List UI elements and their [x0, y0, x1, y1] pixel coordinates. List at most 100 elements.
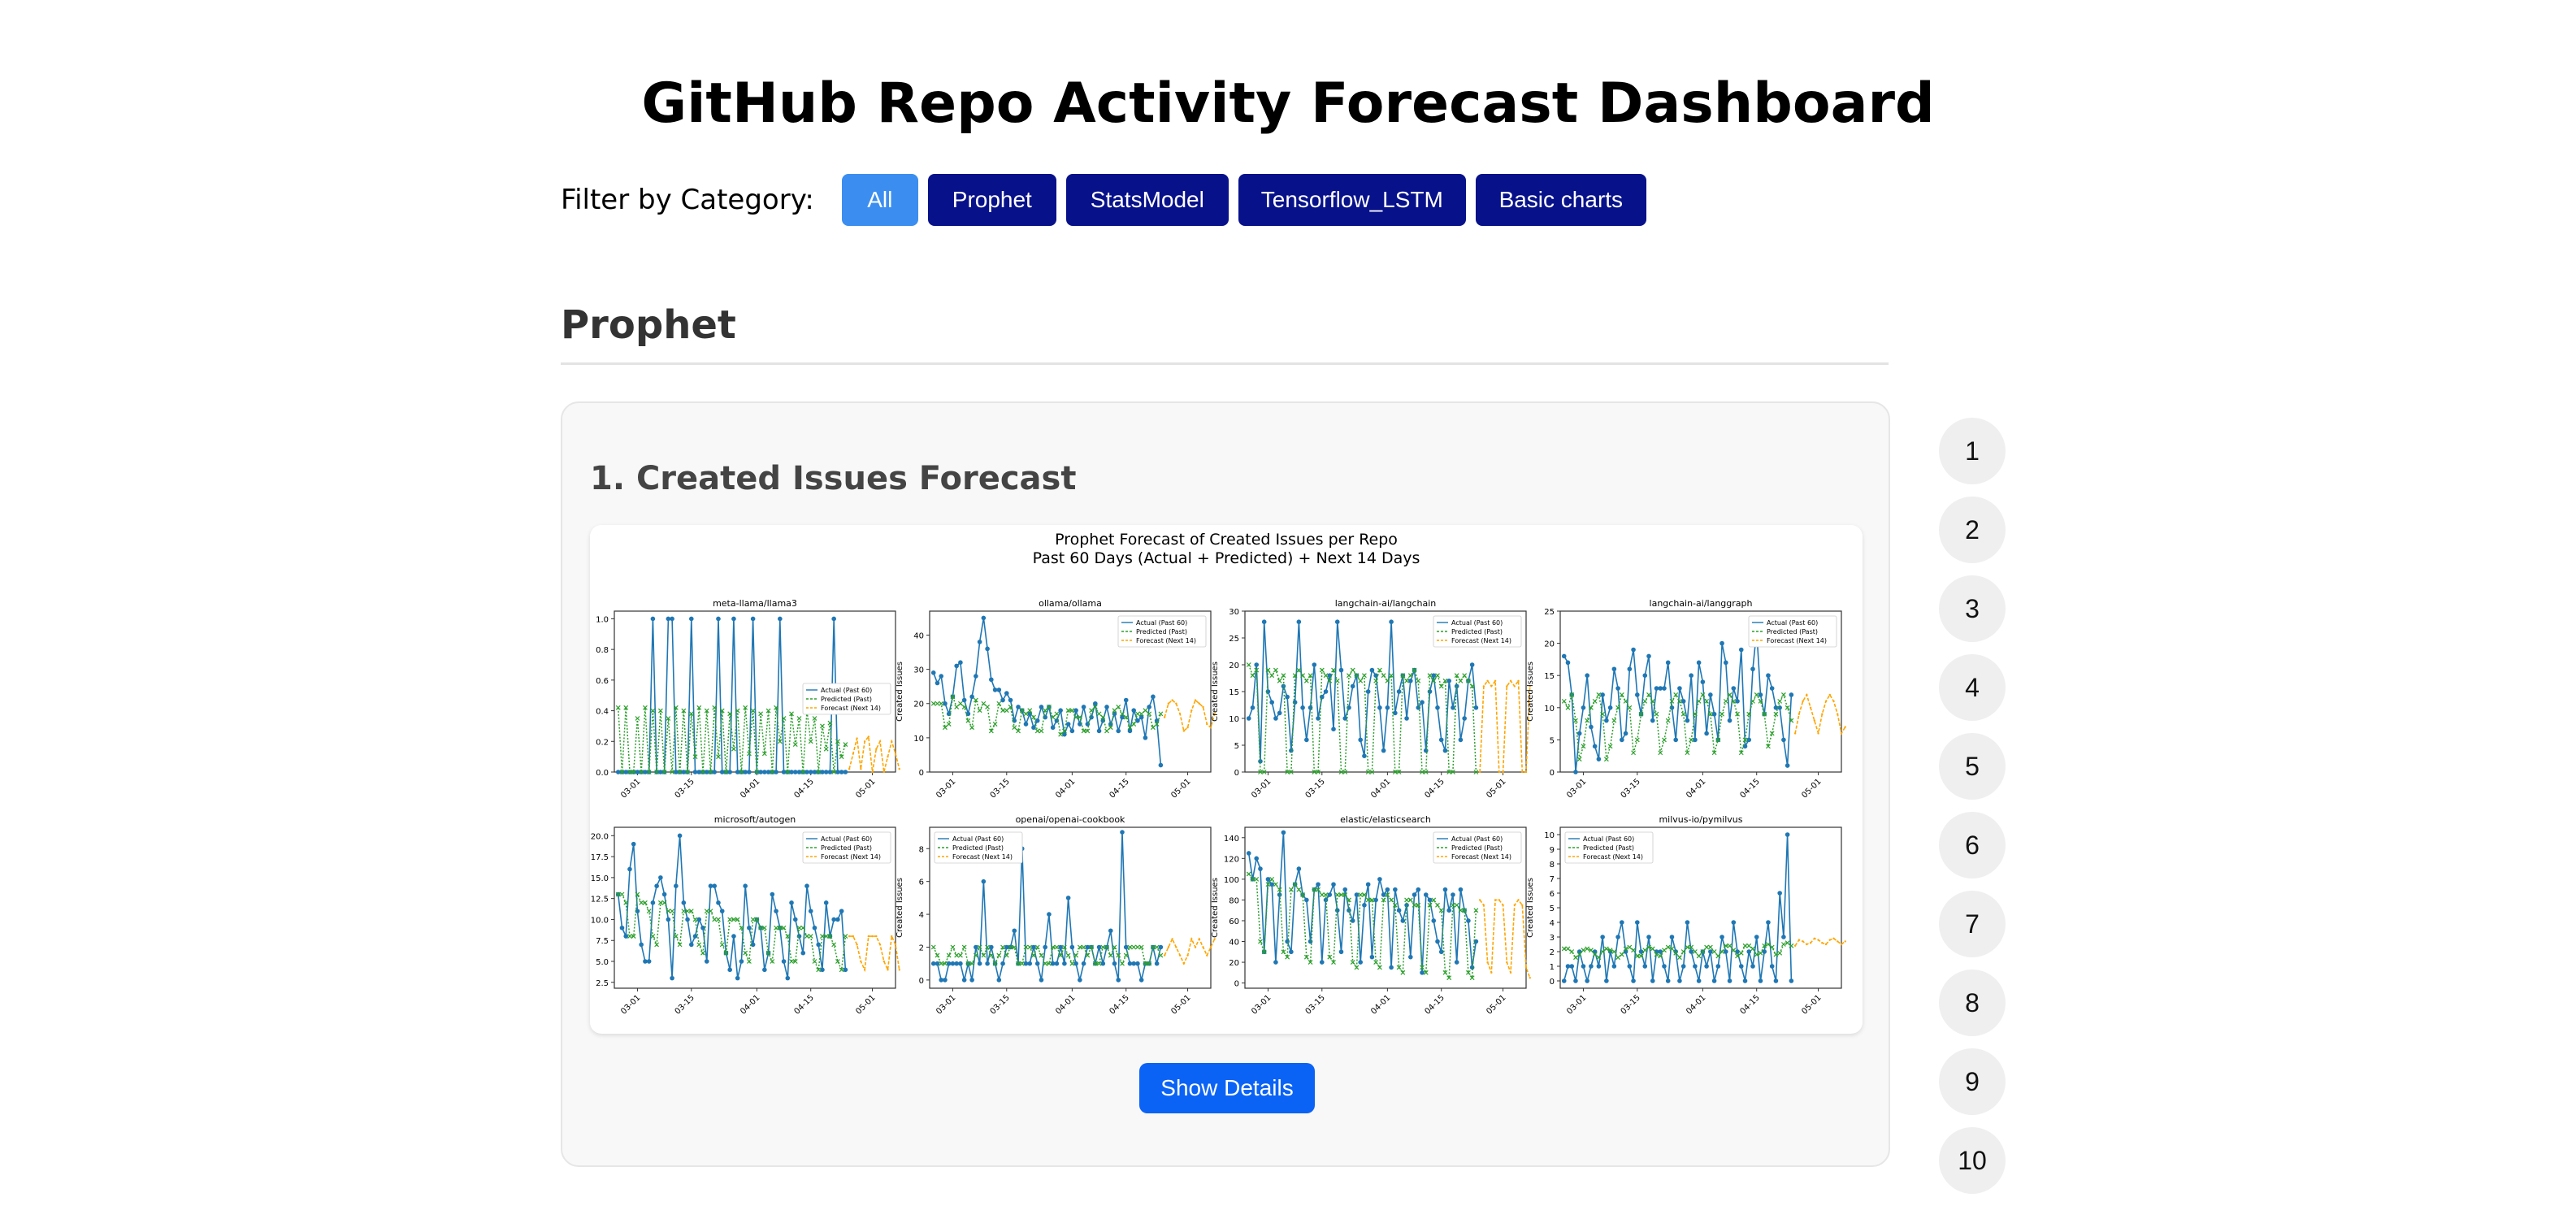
actual-point: [681, 900, 687, 905]
show-details-button[interactable]: Show Details: [1139, 1063, 1315, 1113]
actual-point: [1069, 728, 1075, 734]
predicted-point: [796, 716, 802, 721]
actual-point: [1677, 686, 1682, 691]
predicted-point: [1027, 944, 1033, 950]
actual-point: [1600, 935, 1605, 939]
predicted-point: [1723, 698, 1728, 704]
actual-point: [719, 909, 725, 913]
predicted-point: [1416, 678, 1421, 683]
actual-point: [1715, 964, 1721, 969]
actual-point: [1435, 705, 1440, 710]
forecast-point: [1832, 700, 1835, 703]
nav-item-8[interactable]: 8: [1939, 970, 2006, 1036]
actual-point: [1689, 673, 1693, 678]
forecast-point: [887, 755, 889, 758]
predicted-point: [712, 917, 718, 922]
actual-point: [1789, 692, 1794, 697]
actual-point: [1023, 722, 1029, 727]
y-tick-label: 10: [1544, 705, 1555, 714]
predicted-point: [650, 934, 656, 939]
predicted-point: [843, 934, 848, 939]
actual-point: [1438, 949, 1444, 955]
predicted-point: [954, 705, 960, 709]
y-tick-label: 4: [1550, 919, 1555, 928]
actual-point: [1304, 737, 1309, 743]
actual-point: [1581, 705, 1586, 710]
actual-point: [1058, 708, 1063, 713]
predicted-point: [1569, 949, 1575, 954]
actual-point: [1769, 964, 1775, 969]
filter-statsmodel-button[interactable]: StatsModel: [1065, 174, 1229, 226]
actual-point: [1738, 964, 1744, 969]
actual-point: [704, 959, 709, 964]
subplot-legend: Actual (Past 60)Predicted (Past)Forecast…: [1433, 831, 1522, 864]
actual-point: [1304, 897, 1309, 903]
y-tick-label: 17.5: [591, 853, 609, 862]
nav-item-7[interactable]: 7: [1939, 891, 2006, 957]
actual-point: [1565, 660, 1571, 666]
actual-point: [1754, 935, 1759, 939]
predicted-point: [1381, 673, 1386, 679]
actual-point: [1669, 935, 1675, 939]
nav-item-6[interactable]: 6: [1939, 812, 2006, 878]
actual-point: [688, 942, 694, 948]
subplot-legend: Actual (Past 60)Predicted (Past)Forecast…: [934, 831, 1023, 864]
nav-item-1[interactable]: 1: [1939, 418, 2006, 484]
actual-point: [1442, 748, 1448, 753]
actual-point: [935, 680, 940, 686]
legend-label: Forecast (Next 14): [821, 853, 881, 861]
predicted-point: [1277, 678, 1282, 683]
subplot-meta-llama-llama3: meta-llama/llama30.00.20.40.60.81.0Creat…: [596, 598, 900, 800]
actual-point: [1642, 964, 1648, 969]
forecast-point: [1793, 944, 1797, 947]
actual-point: [1258, 866, 1263, 871]
predicted-point: [1023, 711, 1029, 717]
actual-point: [1592, 744, 1598, 749]
actual-point: [1627, 964, 1633, 969]
x-tick-label: 04-15: [1108, 777, 1131, 800]
x-tick-label: 03-01: [619, 777, 642, 800]
filter-prophet-button[interactable]: Prophet: [927, 174, 1056, 226]
nav-item-4[interactable]: 4: [1939, 654, 2006, 721]
actual-point: [1261, 619, 1267, 624]
x-tick-label: 04-15: [1739, 993, 1762, 1016]
y-tick-label: 0.0: [596, 769, 609, 778]
predicted-point: [1654, 711, 1659, 717]
nav-item-10[interactable]: 10: [1939, 1127, 2006, 1194]
subplot-title: langchain-ai/langgraph: [1650, 598, 1753, 609]
x-tick-label: 05-01: [1800, 777, 1823, 800]
predicted-point: [1273, 667, 1278, 673]
actual-point: [1423, 748, 1429, 753]
y-tick-label: 0: [1550, 769, 1555, 778]
nav-item-9[interactable]: 9: [1939, 1048, 2006, 1115]
forecast-point: [1494, 679, 1497, 682]
nav-item-5[interactable]: 5: [1939, 733, 2006, 800]
filter-all-button[interactable]: All: [841, 174, 918, 226]
forecast-point: [1194, 699, 1197, 701]
actual-point: [1785, 763, 1790, 768]
actual-point: [661, 891, 667, 897]
predicted-point: [1334, 678, 1340, 683]
x-tick-label: 03-01: [1565, 993, 1588, 1016]
forecast-point: [1840, 732, 1843, 735]
predicted-point: [1358, 678, 1364, 683]
actual-point: [1766, 673, 1771, 678]
forecast-point: [848, 768, 851, 770]
nav-item-3[interactable]: 3: [1939, 575, 2006, 642]
y-tick-label: 3: [1550, 934, 1555, 943]
filter-basic-charts-button[interactable]: Basic charts: [1475, 174, 1646, 226]
actual-point: [1358, 960, 1363, 965]
filter-tensorflow-lstm-button[interactable]: Tensorflow_LSTM: [1238, 174, 1466, 226]
actual-point: [1700, 679, 1706, 684]
y-tick-label: 20: [1229, 959, 1239, 968]
actual-point: [1151, 694, 1156, 700]
forecast-point: [1821, 713, 1824, 715]
legend-label: Forecast (Next 14): [1136, 637, 1196, 644]
predicted-point: [1039, 728, 1044, 734]
x-tick-label: 03-01: [1250, 993, 1273, 1016]
forecast-point: [1202, 705, 1204, 709]
nav-item-2[interactable]: 2: [1939, 497, 2006, 563]
y-tick-label: 0: [919, 769, 924, 778]
series-forecast-line: [1479, 899, 1531, 978]
actual-point: [1416, 887, 1421, 892]
